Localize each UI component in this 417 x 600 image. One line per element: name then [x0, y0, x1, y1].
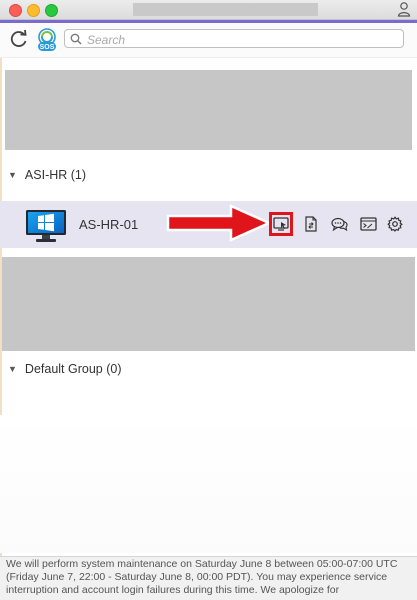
windows-monitor-icon [26, 210, 66, 242]
sos-icon[interactable]: SOS [36, 28, 58, 52]
search-icon [70, 33, 82, 45]
redacted-area-middle [2, 257, 415, 351]
terminal-button[interactable] [358, 214, 378, 234]
minimize-window-button[interactable] [27, 4, 40, 17]
toolbar: SOS [0, 23, 417, 58]
sos-label: SOS [40, 44, 55, 51]
file-transfer-button[interactable] [301, 214, 321, 234]
refresh-icon[interactable] [9, 29, 29, 49]
user-account-icon[interactable] [397, 1, 411, 17]
group-name: ASI-HR (1) [24, 168, 87, 182]
group-header-asi-hr[interactable]: ▼ ASI-HR (1) [8, 166, 86, 184]
search-input[interactable] [85, 31, 389, 48]
search-field[interactable] [64, 29, 404, 48]
chat-icon [331, 217, 348, 231]
terminal-icon [359, 217, 377, 231]
group-header-default[interactable]: ▼ Default Group (0) [8, 360, 122, 378]
chat-button[interactable] [330, 214, 350, 234]
device-name[interactable]: AS-HR-01 [79, 217, 138, 232]
group-name: Default Group (0) [24, 362, 122, 376]
redacted-title [133, 3, 318, 16]
callout-arrow [166, 204, 273, 242]
zoom-window-button[interactable] [45, 4, 58, 17]
expand-triangle-icon[interactable]: ▼ [8, 364, 17, 374]
remote-control-icon [273, 217, 289, 231]
remote-control-button[interactable] [269, 212, 293, 236]
maintenance-notice: We will perform system maintenance on Sa… [0, 556, 417, 600]
device-settings-button[interactable] [385, 214, 405, 234]
title-bar [0, 0, 417, 20]
settings-gear-icon [387, 216, 403, 232]
empty-list-area [0, 415, 417, 553]
expand-triangle-icon[interactable]: ▼ [8, 170, 17, 180]
redacted-area-top [5, 70, 412, 150]
close-window-button[interactable] [9, 4, 22, 17]
file-transfer-icon [305, 216, 317, 232]
